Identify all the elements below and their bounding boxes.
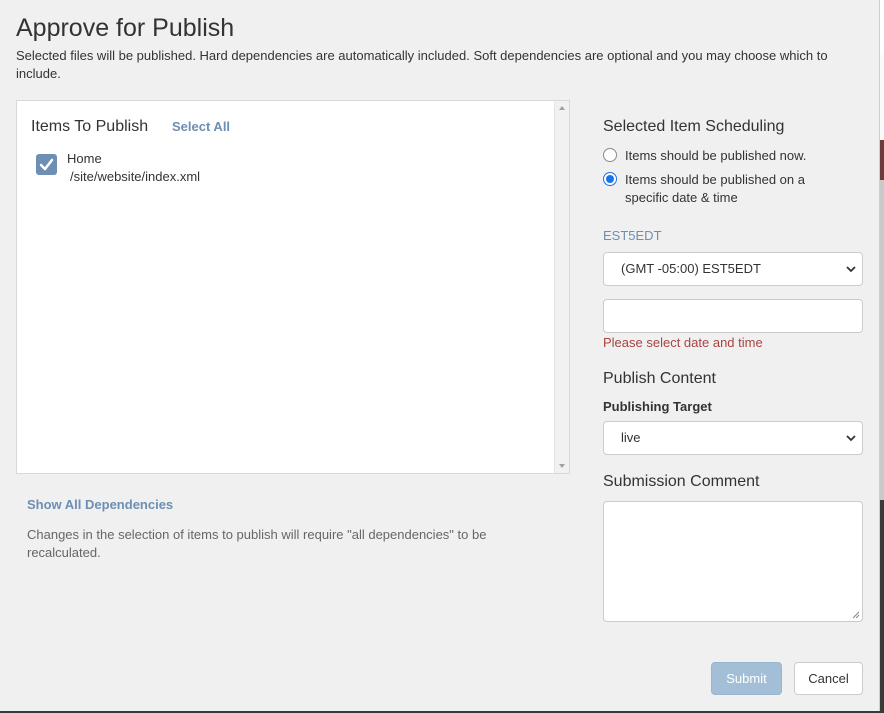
radio-publish-now[interactable]: Items should be published now.: [603, 147, 840, 165]
chevron-down-icon: [846, 266, 856, 273]
select-all-link[interactable]: Select All: [172, 119, 230, 134]
timezone-select-value: (GMT -05:00) EST5EDT: [621, 261, 761, 276]
radio-label-specific: Items should be published on a specific …: [625, 172, 805, 205]
dialog-title: Approve for Publish: [16, 14, 235, 42]
radio-button[interactable]: [603, 148, 617, 162]
scheduling-title: Selected Item Scheduling: [603, 118, 785, 135]
publishing-target-value: live: [621, 430, 641, 445]
show-all-dependencies-link[interactable]: Show All Dependencies: [27, 497, 173, 512]
items-scrollbar[interactable]: [554, 101, 569, 473]
publishing-target-label: Publishing Target: [603, 399, 712, 414]
radio-button-selected[interactable]: [603, 172, 617, 186]
publish-content-title: Publish Content: [603, 370, 716, 387]
radio-publish-specific[interactable]: Items should be published on a specific …: [603, 171, 840, 207]
dependencies-note: Changes in the selection of items to pub…: [27, 527, 487, 560]
approve-publish-dialog: Approve for Publish Selected files will …: [0, 0, 880, 711]
timezone-select[interactable]: (GMT -05:00) EST5EDT: [603, 252, 863, 286]
checkmark-icon: [39, 158, 54, 171]
resize-handle-icon[interactable]: [852, 611, 860, 619]
dialog-description: Selected files will be published. Hard d…: [16, 48, 828, 81]
items-to-publish-panel: Items To Publish Select All Home /site/w…: [16, 100, 570, 474]
scroll-down-icon[interactable]: [559, 464, 565, 468]
submission-comment-title: Submission Comment: [603, 473, 760, 490]
scroll-up-icon[interactable]: [559, 106, 565, 110]
timezone-label: EST5EDT: [603, 228, 662, 243]
cancel-button[interactable]: Cancel: [794, 662, 863, 695]
submit-button[interactable]: Submit: [711, 662, 782, 695]
items-panel-header: Items To Publish: [31, 118, 149, 135]
item-path: /site/website/index.xml: [70, 169, 201, 184]
datetime-error: Please select date and time: [603, 335, 763, 350]
radio-label-now: Items should be published now.: [625, 148, 807, 163]
submission-comment-textarea[interactable]: [603, 501, 863, 622]
chevron-down-icon: [846, 435, 856, 442]
datetime-input[interactable]: [603, 299, 863, 333]
item-checkbox-home[interactable]: [36, 154, 57, 175]
item-name: Home: [67, 151, 102, 166]
publishing-target-select[interactable]: live: [603, 421, 863, 455]
